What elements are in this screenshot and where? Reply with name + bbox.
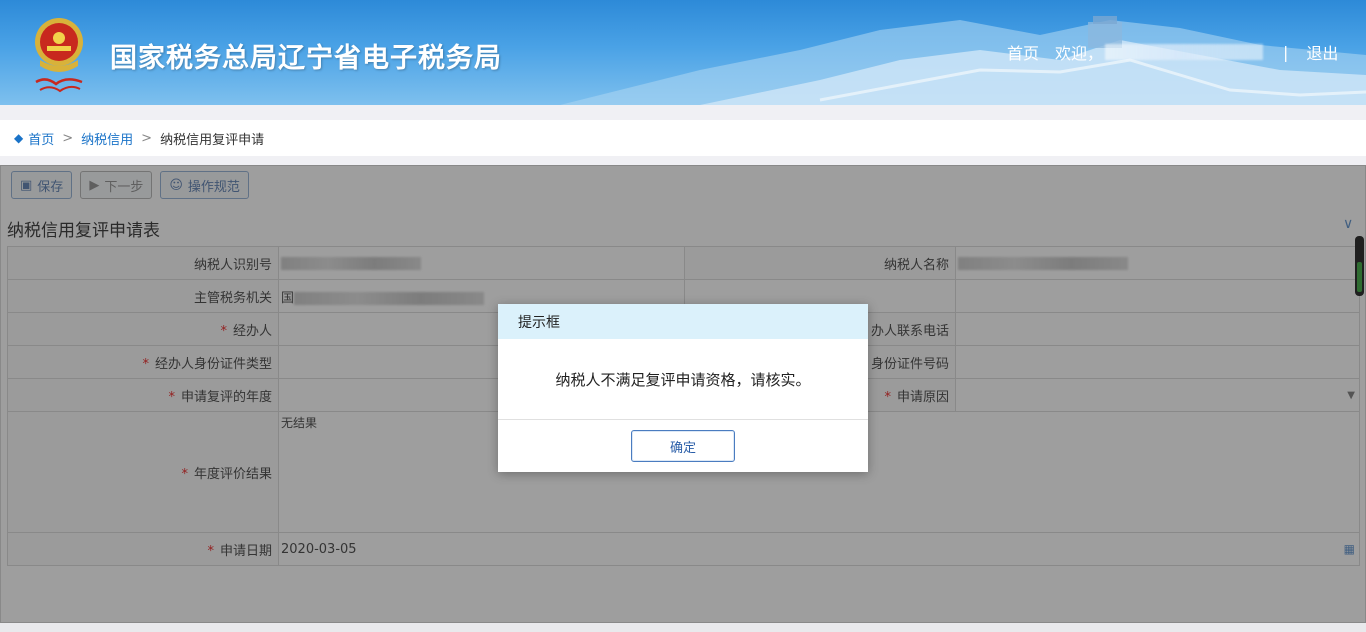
breadcrumb: ◆ 首页 > 纳税信用 > 纳税信用复评申请 <box>0 120 1366 156</box>
header-nav: 首页 欢迎， | 退出 <box>1007 40 1338 64</box>
welcome-text: 欢迎， <box>1055 44 1104 63</box>
breadcrumb-home[interactable]: 首页 <box>28 129 54 148</box>
breadcrumb-arrow-icon: > <box>62 130 74 146</box>
alert-dialog: 提示框 纳税人不满足复评申请资格，请核实。 确定 <box>498 304 868 472</box>
header-separator: | <box>1283 42 1289 62</box>
breadcrumb-current: 纳税信用复评申请 <box>160 132 265 148</box>
bottom-strip <box>0 623 1366 632</box>
location-pin-icon: ◆ <box>14 131 24 145</box>
breadcrumb-credit[interactable]: 纳税信用 <box>81 129 133 148</box>
breadcrumb-arrow-icon: > <box>141 130 153 146</box>
username-redacted <box>1105 44 1264 60</box>
site-title: 国家税务总局辽宁省电子税务局 <box>110 43 502 74</box>
site-header: 国家税务总局辽宁省电子税务局 首页 欢迎， | 退出 <box>0 0 1366 105</box>
confirm-button[interactable]: 确定 <box>631 430 735 462</box>
header-home-link[interactable]: 首页 <box>1007 40 1039 64</box>
dialog-title: 提示框 <box>498 304 868 339</box>
dialog-message: 纳税人不满足复评申请资格，请核实。 <box>498 339 868 420</box>
logout-link[interactable]: 退出 <box>1306 40 1338 64</box>
dialog-footer: 确定 <box>498 420 868 472</box>
tax-emblem-icon <box>35 18 83 93</box>
